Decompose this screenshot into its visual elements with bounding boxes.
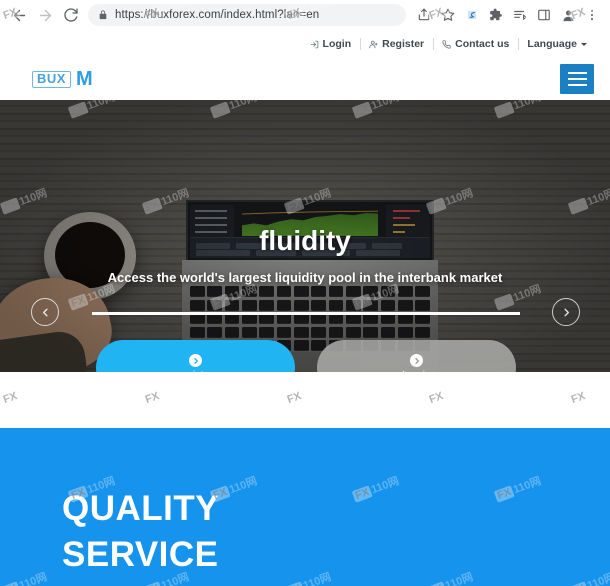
back-button[interactable] bbox=[6, 2, 32, 28]
carousel-next-button[interactable] bbox=[552, 298, 580, 326]
forward-button[interactable] bbox=[32, 2, 58, 28]
extension-s-icon[interactable] bbox=[461, 4, 483, 26]
carousel-prev-button[interactable] bbox=[31, 298, 59, 326]
hamburger-menu-icon[interactable] bbox=[560, 64, 594, 94]
hero-subtitle: Access the world's largest liquidity poo… bbox=[107, 270, 503, 285]
menu-bar-3 bbox=[567, 83, 587, 87]
topbar-label-login: Login bbox=[322, 38, 352, 50]
login-button[interactable]: Log in bbox=[317, 340, 516, 372]
reading-list-icon[interactable] bbox=[509, 4, 531, 26]
register-button[interactable]: register bbox=[96, 340, 295, 372]
site-utility-bar: Login Register Contact us Language bbox=[0, 30, 610, 58]
hero-divider bbox=[92, 312, 520, 315]
menu-bar-2 bbox=[567, 77, 587, 81]
chevron-right-circle-icon bbox=[189, 354, 202, 367]
topbar-label-register: Register bbox=[382, 38, 425, 50]
phone-icon bbox=[442, 39, 451, 49]
hero-carousel: fluidity Access the world's largest liqu… bbox=[0, 100, 610, 372]
logo-mark: M bbox=[75, 68, 93, 90]
reload-button[interactable] bbox=[58, 2, 84, 28]
topbar-item-language[interactable]: Language bbox=[518, 37, 596, 51]
extensions-puzzle-icon[interactable] bbox=[485, 4, 507, 26]
logo-text: BUX bbox=[32, 70, 71, 88]
user-add-icon bbox=[369, 40, 378, 49]
hero-content-overlay: fluidity Access the world's largest liqu… bbox=[0, 100, 610, 372]
topbar-label-language: Language bbox=[527, 38, 577, 50]
address-bar-text: https://buxforex.com/index.html?lan=en bbox=[115, 9, 320, 21]
quality-heading-line-1: QUALITY bbox=[62, 489, 220, 528]
more-menu-icon[interactable] bbox=[581, 4, 603, 26]
share-icon[interactable] bbox=[413, 4, 435, 26]
topbar-item-login[interactable]: Login bbox=[301, 37, 361, 51]
profile-avatar-icon[interactable] bbox=[557, 4, 579, 26]
topbar-item-register[interactable]: Register bbox=[360, 37, 433, 51]
menu-bar-1 bbox=[567, 71, 587, 75]
register-button-label: register bbox=[178, 369, 213, 372]
hero-title: fluidity bbox=[259, 225, 351, 256]
login-icon bbox=[310, 40, 319, 49]
quality-service-heading: QUALITY SERVICE bbox=[62, 486, 219, 578]
section-spacer bbox=[0, 372, 610, 428]
site-logo[interactable]: BUX M bbox=[32, 68, 93, 90]
topbar-item-contact-us[interactable]: Contact us bbox=[433, 37, 518, 51]
chevron-down-icon bbox=[581, 42, 587, 46]
chevron-right-circle-icon bbox=[410, 354, 423, 367]
login-button-label: Log in bbox=[402, 369, 431, 372]
bookmark-star-icon[interactable] bbox=[437, 4, 459, 26]
side-panel-icon[interactable] bbox=[533, 4, 555, 26]
topbar-label-contact-us: Contact us bbox=[455, 38, 510, 50]
browser-toolbar: https://buxforex.com/index.html?lan=en bbox=[0, 0, 610, 30]
quality-service-section: QUALITY SERVICE bbox=[0, 428, 610, 586]
address-bar[interactable]: https://buxforex.com/index.html?lan=en bbox=[88, 4, 406, 26]
hero-cta-group: register Log in bbox=[96, 340, 516, 372]
lock-icon bbox=[98, 10, 108, 20]
site-header: BUX M bbox=[0, 58, 610, 100]
quality-heading-line-2: SERVICE bbox=[62, 535, 219, 574]
